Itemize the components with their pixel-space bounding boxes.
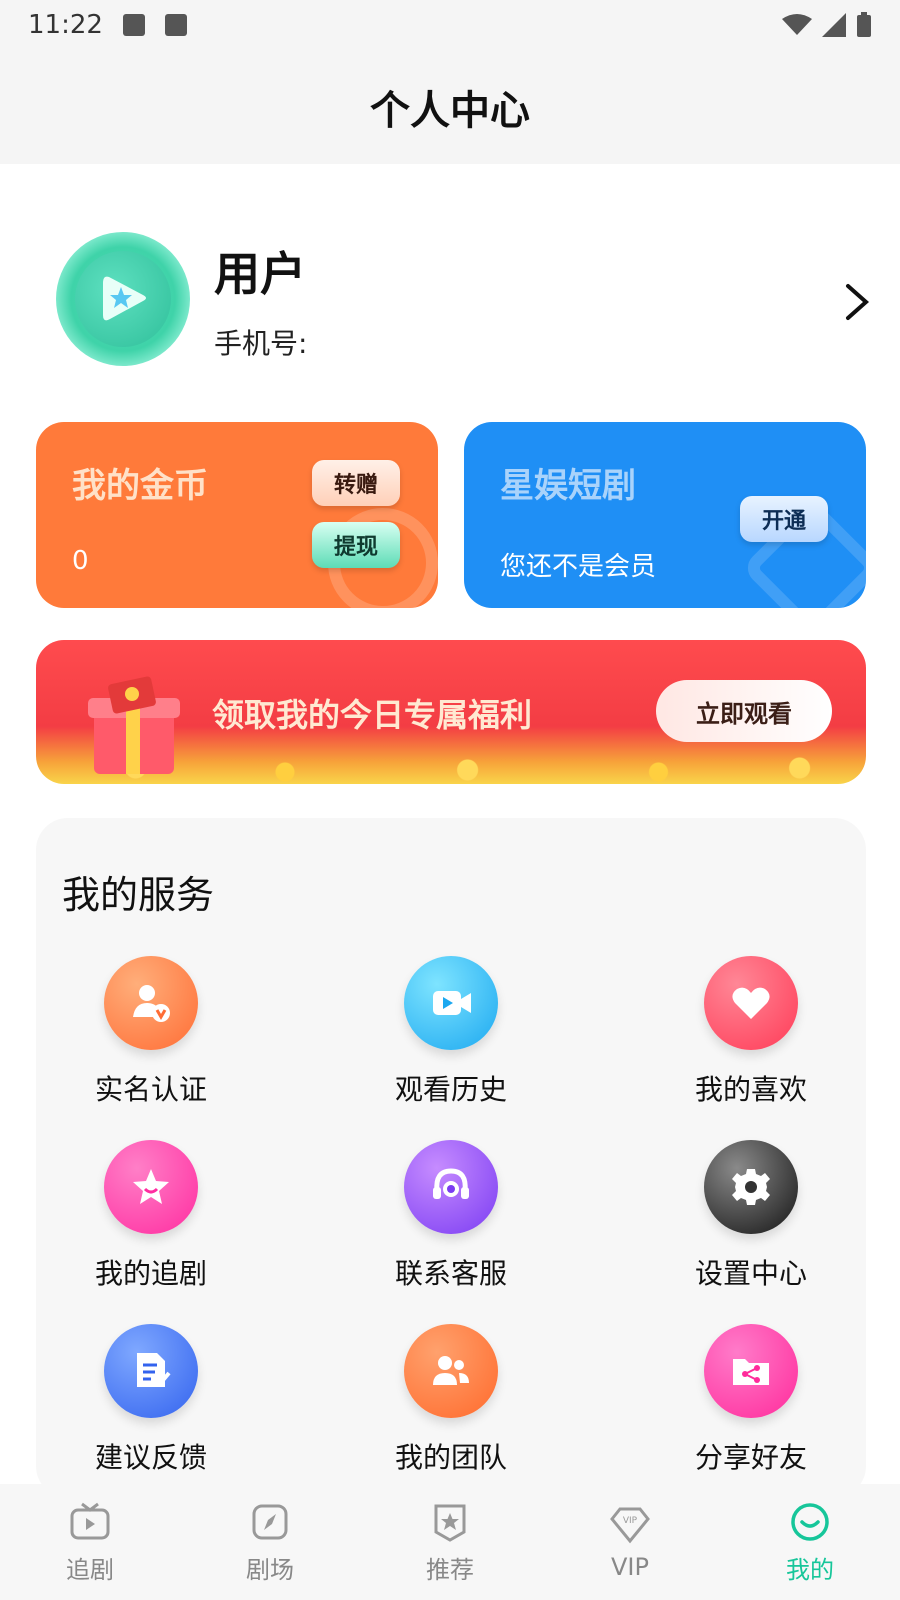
image-notification-icon: [122, 14, 145, 36]
verified-user-icon: [104, 956, 198, 1050]
nav-item-follow[interactable]: 追剧: [20, 1500, 160, 1585]
svg-text:VIP: VIP: [623, 1516, 638, 1526]
banner-text: 领取我的今日专属福利: [212, 696, 533, 734]
nav-label: 我的: [786, 1555, 834, 1584]
service-label: 我的团队: [394, 1441, 507, 1474]
nav-item-mine[interactable]: 我的: [740, 1500, 880, 1585]
transfer-button[interactable]: 转赠: [312, 460, 401, 506]
share-folder-icon: [704, 1324, 798, 1418]
service-watch-history[interactable]: 观看历史: [351, 956, 551, 1126]
battery-icon: [857, 12, 871, 37]
service-label: 分享好友: [694, 1441, 807, 1474]
service-label: 设置中心: [694, 1257, 807, 1290]
watch-now-button[interactable]: 立即观看: [656, 680, 832, 742]
vip-card[interactable]: 星娱短剧 您还不是会员 开通: [464, 422, 866, 608]
withdraw-button[interactable]: 提现: [312, 522, 401, 568]
avatar[interactable]: [56, 232, 190, 366]
nav-label: 追剧: [66, 1555, 114, 1584]
status-time: 11:22: [28, 10, 103, 40]
service-customer-support[interactable]: 联系客服: [351, 1140, 551, 1310]
profile-section[interactable]: 用户 手机号:: [0, 210, 900, 380]
services-title: 我的服务: [62, 873, 215, 917]
service-my-team[interactable]: 我的团队: [351, 1324, 551, 1494]
smile-icon: [791, 1502, 829, 1541]
vip-status: 您还不是会员: [500, 552, 657, 582]
welfare-banner[interactable]: 领取我的今日专属福利 立即观看: [36, 640, 866, 784]
service-my-dramas[interactable]: 我的追剧: [51, 1140, 251, 1310]
service-label: 建议反馈: [94, 1441, 207, 1474]
document-edit-icon: [104, 1324, 198, 1418]
nav-item-recommend[interactable]: 推荐: [380, 1500, 520, 1585]
tv-icon: [70, 1502, 110, 1539]
nav-item-vip[interactable]: VIP VIP: [560, 1503, 700, 1581]
wifi-icon: [782, 14, 812, 35]
nav-label: VIP: [611, 1553, 649, 1581]
services-panel: 我的服务 实名认证 观看历史 我的喜欢 我的追剧 联系客服 设置中心 建议反馈 …: [36, 818, 866, 1498]
vip-title: 星娱短剧: [500, 466, 636, 506]
service-feedback[interactable]: 建议反馈: [51, 1324, 251, 1494]
group-icon: [404, 1324, 498, 1418]
bottom-nav: 追剧 剧场 推荐 VIP VIP 我的: [0, 1484, 900, 1600]
star-icon: [104, 1140, 198, 1234]
app-logo-icon: [75, 251, 171, 347]
nav-label: 剧场: [246, 1555, 294, 1584]
service-label: 我的追剧: [94, 1257, 207, 1290]
compass-icon: [252, 1504, 288, 1539]
status-bar: 11:22: [0, 0, 900, 50]
vip-diamond-icon: VIP: [610, 1507, 650, 1544]
badge-star-icon: [434, 1504, 466, 1542]
heart-icon: [704, 956, 798, 1050]
gift-box-icon: [88, 676, 180, 774]
service-my-likes[interactable]: 我的喜欢: [651, 956, 851, 1126]
service-share-friends[interactable]: 分享好友: [651, 1324, 851, 1494]
service-real-name[interactable]: 实名认证: [51, 956, 251, 1126]
coins-card[interactable]: 我的金币 0 转赠 提现: [36, 422, 438, 608]
service-label: 我的喜欢: [694, 1073, 807, 1106]
signal-icon: [822, 13, 846, 37]
video-camera-icon: [404, 956, 498, 1050]
service-label: 实名认证: [94, 1073, 207, 1106]
service-label: 联系客服: [394, 1257, 507, 1290]
page-title: 个人中心: [370, 88, 530, 134]
headset-icon: [404, 1140, 498, 1234]
nav-label: 推荐: [426, 1555, 474, 1584]
coins-title: 我的金币: [72, 466, 208, 506]
nav-item-theater[interactable]: 剧场: [200, 1500, 340, 1585]
coins-value: 0: [72, 546, 89, 576]
gear-icon: [704, 1140, 798, 1234]
page-header: 个人中心: [0, 50, 900, 164]
service-label: 观看历史: [394, 1073, 507, 1106]
app-notification-icon: [164, 14, 187, 36]
open-vip-button[interactable]: 开通: [740, 496, 829, 542]
phone-label: 手机号:: [214, 327, 308, 360]
service-settings[interactable]: 设置中心: [651, 1140, 851, 1310]
user-name: 用户: [214, 247, 306, 301]
chevron-right-icon[interactable]: [840, 280, 874, 324]
